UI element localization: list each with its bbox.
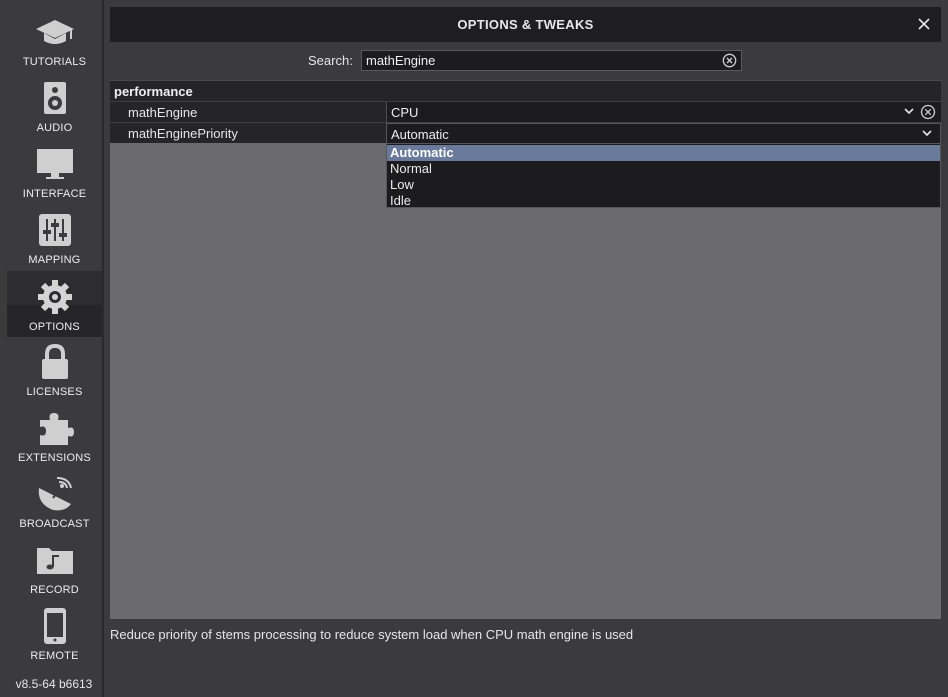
search-input[interactable]: mathEngine bbox=[361, 50, 742, 71]
satellite-dish-icon bbox=[35, 474, 75, 514]
clear-circle-icon bbox=[722, 53, 737, 68]
sidebar-item-label: INTERFACE bbox=[22, 188, 87, 200]
setting-name: mathEngine bbox=[128, 105, 198, 120]
puzzle-icon bbox=[35, 408, 75, 448]
sidebar-item-options[interactable]: OPTIONS bbox=[7, 271, 102, 337]
sidebar-item-label: RECORD bbox=[30, 584, 79, 596]
dropdown-option[interactable]: Idle bbox=[387, 193, 940, 209]
sidebar-item-label: AUDIO bbox=[36, 122, 73, 134]
sidebar-divider bbox=[102, 0, 104, 697]
window-title: OPTIONS & TWEAKS bbox=[457, 17, 594, 32]
chevron-down-icon bbox=[904, 108, 914, 115]
sidebar-item-label: EXTENSIONS bbox=[18, 452, 91, 464]
dropdown-option[interactable]: Normal bbox=[387, 161, 940, 177]
sidebar-item-audio[interactable]: AUDIO bbox=[7, 72, 102, 138]
dropdown-option[interactable]: Low bbox=[387, 177, 940, 193]
close-button[interactable] bbox=[916, 16, 932, 32]
clear-search-button[interactable] bbox=[722, 53, 737, 68]
sidebar-item-tutorials[interactable]: TUTORIALS bbox=[7, 6, 102, 72]
lock-icon bbox=[35, 342, 75, 382]
music-folder-icon bbox=[35, 540, 75, 580]
monitor-icon bbox=[35, 144, 75, 184]
sidebar-item-label: BROADCAST bbox=[19, 518, 90, 530]
priority-dropdown-list[interactable]: Automatic Normal Low Idle bbox=[386, 143, 941, 208]
sidebar-item-record[interactable]: RECORD bbox=[7, 534, 102, 600]
sidebar-item-mapping[interactable]: MAPPING bbox=[7, 204, 102, 270]
sidebar-item-label: TUTORIALS bbox=[22, 56, 87, 68]
sidebar-item-interface[interactable]: INTERFACE bbox=[7, 138, 102, 204]
setting-value: Automatic bbox=[391, 127, 449, 142]
sidebar: TUTORIALS AUDIO INTERFACE MAPPING OPTION… bbox=[0, 0, 102, 697]
chevron-down-icon bbox=[922, 130, 932, 137]
setting-value-dropdown[interactable]: CPU bbox=[386, 102, 941, 123]
close-icon bbox=[918, 18, 930, 30]
sidebar-item-remote[interactable]: REMOTE bbox=[7, 600, 102, 666]
gear-icon bbox=[35, 277, 75, 317]
setting-value: CPU bbox=[391, 105, 419, 120]
sidebar-item-licenses[interactable]: LICENSES bbox=[7, 336, 102, 402]
dropdown-option[interactable]: Automatic bbox=[387, 145, 940, 161]
setting-description: Reduce priority of stems processing to r… bbox=[110, 627, 634, 642]
graduation-cap-icon bbox=[35, 12, 75, 52]
version-label: v8.5-64 b6613 bbox=[15, 677, 93, 691]
sidebar-item-label: REMOTE bbox=[30, 650, 79, 662]
setting-name: mathEnginePriority bbox=[128, 126, 238, 141]
sliders-icon bbox=[35, 210, 75, 250]
speaker-icon bbox=[35, 78, 75, 118]
setting-row-mathengine[interactable]: mathEngine CPU bbox=[110, 101, 941, 123]
sidebar-item-broadcast[interactable]: BROADCAST bbox=[7, 468, 102, 534]
reset-icon[interactable] bbox=[920, 104, 936, 120]
sidebar-item-label: MAPPING bbox=[28, 254, 81, 266]
search-label: Search: bbox=[308, 53, 353, 68]
phone-icon bbox=[35, 606, 75, 646]
title-bar: OPTIONS & TWEAKS bbox=[110, 7, 941, 42]
setting-row-mathenginepriority[interactable]: mathEnginePriority Automatic bbox=[110, 122, 941, 144]
sidebar-item-label: LICENSES bbox=[26, 386, 83, 398]
sidebar-item-extensions[interactable]: EXTENSIONS bbox=[7, 402, 102, 468]
section-header: performance bbox=[110, 80, 941, 101]
setting-value-dropdown[interactable]: Automatic bbox=[386, 123, 941, 144]
sidebar-item-label: OPTIONS bbox=[29, 321, 80, 333]
